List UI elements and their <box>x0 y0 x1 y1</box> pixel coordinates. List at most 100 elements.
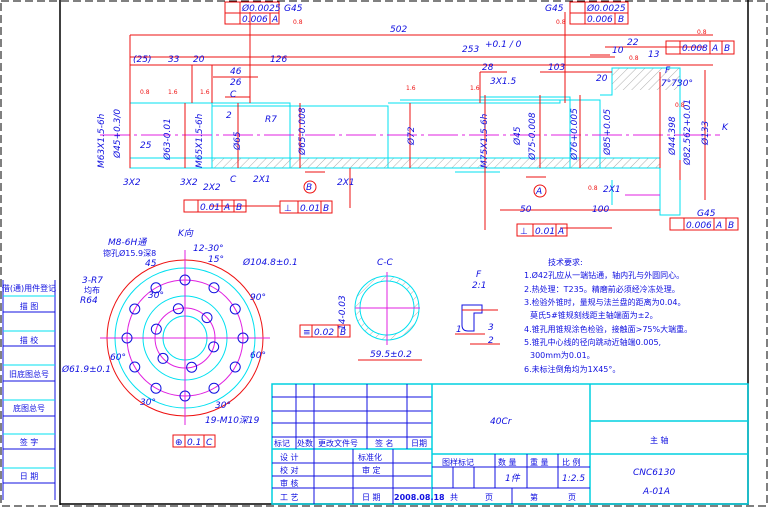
svg-text:60°: 60° <box>250 351 266 361</box>
svg-text:90°: 90° <box>250 293 266 303</box>
svg-text:60°: 60° <box>110 353 126 363</box>
side-label: 借(通)用件登记 <box>2 283 56 293</box>
dim-label: (25) <box>133 55 151 65</box>
dim-label: 100 <box>592 205 609 215</box>
svg-text:19-M10深19: 19-M10深19 <box>205 415 260 426</box>
dim-tolerance: +0.1 / 0 <box>485 40 522 50</box>
svg-text:A: A <box>557 227 564 237</box>
dim-label: Ø75-0.008 <box>527 112 538 161</box>
dim-label: Ø44.398 <box>667 116 678 156</box>
dim-label: 33 <box>168 55 180 65</box>
dimension-lines <box>129 12 713 230</box>
svg-text:6.未标注倒角均为1X45°。: 6.未标注倒角均为1X45°。 <box>524 364 620 374</box>
svg-text:R64: R64 <box>80 296 98 306</box>
svg-text:F: F <box>476 270 482 280</box>
svg-text:数 量: 数 量 <box>498 457 517 467</box>
dim-label: 22 <box>627 38 639 48</box>
svg-text:40Cr: 40Cr <box>490 417 513 427</box>
svg-text:M8-6H通: M8-6H通 <box>108 237 147 248</box>
dimension-labels: 502 253 +0.1 / 0 (25) 33 20 126 46 26 C … <box>97 19 729 215</box>
svg-text:比 例: 比 例 <box>562 457 581 467</box>
dim-label: R7 <box>265 115 277 125</box>
dim-label: C <box>230 175 237 185</box>
svg-text:图样标记: 图样标记 <box>442 457 474 467</box>
title-block: 标记 处数 更改文件号 签 名 日期 设 计 校 对 审 核 工 艺 标准化 审… <box>271 383 749 505</box>
svg-text:14-0.03: 14-0.03 <box>338 295 348 330</box>
svg-text:B: B <box>236 203 242 213</box>
svg-text:0.01: 0.01 <box>300 204 320 214</box>
side-label: 描 校 <box>20 335 39 345</box>
roughness-label: 0.8 <box>140 89 150 96</box>
dim-label: 25 <box>140 141 152 151</box>
dim-label: M75X1.5-6h <box>480 113 490 168</box>
svg-text:0.008: 0.008 <box>682 44 708 54</box>
svg-text:30°: 30° <box>140 398 156 408</box>
svg-text:⊥: ⊥ <box>284 204 292 214</box>
svg-text:30°: 30° <box>148 291 164 301</box>
svg-text:⊕: ⊕ <box>175 438 183 448</box>
svg-text:3.检验外锥时，量规与法兰盘的距离为0.04。: 3.检验外锥时，量规与法兰盘的距离为0.04。 <box>524 297 685 307</box>
roughness-label: 1.6 <box>406 85 416 92</box>
dim-label: 2 <box>226 111 232 121</box>
dim-label: 2X2 <box>203 183 221 193</box>
dim-label: 2X1 <box>603 185 621 195</box>
part-name: 主 轴 <box>650 435 669 445</box>
dim-label: F <box>665 66 671 76</box>
svg-text:标记: 标记 <box>274 438 290 448</box>
dim-label: 126 <box>270 55 287 65</box>
svg-text:1件: 1件 <box>505 473 521 484</box>
svg-text:G45: G45 <box>545 4 564 14</box>
svg-text:共: 共 <box>450 493 458 502</box>
svg-text:1.Ø42孔应从一端钻通，轴内孔与外圆同心。: 1.Ø42孔应从一端钻通，轴内孔与外圆同心。 <box>524 270 684 280</box>
roughness-label: 0.8 <box>293 19 303 26</box>
side-label: 日 期 <box>20 472 39 481</box>
section-c-c: C-C 14-0.03 59.5±0.2 <box>338 258 422 361</box>
dim-label: 50 <box>520 205 532 215</box>
svg-text:5.锥孔中心线的径向跳动近轴端0.005,: 5.锥孔中心线的径向跳动近轴端0.005, <box>524 337 661 347</box>
dim-label: Ø45+0.3/0 <box>112 109 123 159</box>
svg-text:0.01: 0.01 <box>535 227 555 237</box>
dim-label: 30° <box>677 79 693 89</box>
svg-text:标准化: 标准化 <box>358 452 382 462</box>
datum-a: A <box>535 187 542 197</box>
svg-text:0.006: 0.006 <box>686 221 712 231</box>
dim-label: Ø76+0.005 <box>569 108 580 161</box>
svg-text:0.006: 0.006 <box>587 15 613 25</box>
svg-text:页: 页 <box>485 493 493 502</box>
svg-text:1:2.5: 1:2.5 <box>562 474 585 484</box>
dim-label: Ø45 <box>512 126 523 146</box>
dim-label: 2X1 <box>337 178 355 188</box>
svg-text:2.热处理：T235。精磨前必须经冷冻处理。: 2.热处理：T235。精磨前必须经冷冻处理。 <box>524 284 680 294</box>
svg-text:3: 3 <box>488 323 494 333</box>
svg-text:C: C <box>206 438 213 448</box>
drawing-number: CNC6130 <box>633 468 675 478</box>
svg-text:A: A <box>715 221 722 231</box>
detail-f: F 2:1 1 3 2 <box>455 270 500 346</box>
svg-text:2: 2 <box>488 336 494 346</box>
svg-text:技术要求:: 技术要求: <box>548 257 583 267</box>
dim-label: M63X1.5-6h <box>97 113 107 168</box>
svg-text:30°: 30° <box>215 401 231 411</box>
svg-text:A: A <box>223 203 230 213</box>
dim-label: Ø65-0.008 <box>297 107 308 156</box>
svg-text:B: B <box>728 221 734 231</box>
svg-text:莫氏5#锥规刻线距主轴端面为±2。: 莫氏5#锥规刻线距主轴端面为±2。 <box>530 310 658 320</box>
svg-text:校 对: 校 对 <box>280 465 299 475</box>
dim-label: 28 <box>482 63 494 73</box>
dim-label: 103 <box>548 63 565 73</box>
svg-text:3-R7: 3-R7 <box>82 276 103 286</box>
dim-label: Ø65 <box>232 131 243 151</box>
svg-text:59.5±0.2: 59.5±0.2 <box>370 350 412 360</box>
dim-label: 3X2 <box>123 178 141 188</box>
dim-label: 20 <box>596 74 608 84</box>
svg-text:A: A <box>711 44 718 54</box>
side-label: 底图总号 <box>13 403 45 413</box>
svg-text:B: B <box>323 204 329 214</box>
roughness-label: 1.6 <box>470 85 480 92</box>
roughness-label: 0.8 <box>629 55 639 62</box>
svg-text:45: 45 <box>145 259 157 269</box>
svg-text:15°: 15° <box>208 255 224 265</box>
svg-text:签 名: 签 名 <box>375 438 394 448</box>
dim-label: 20 <box>193 55 205 65</box>
roughness-label: 0.8 <box>675 102 685 109</box>
